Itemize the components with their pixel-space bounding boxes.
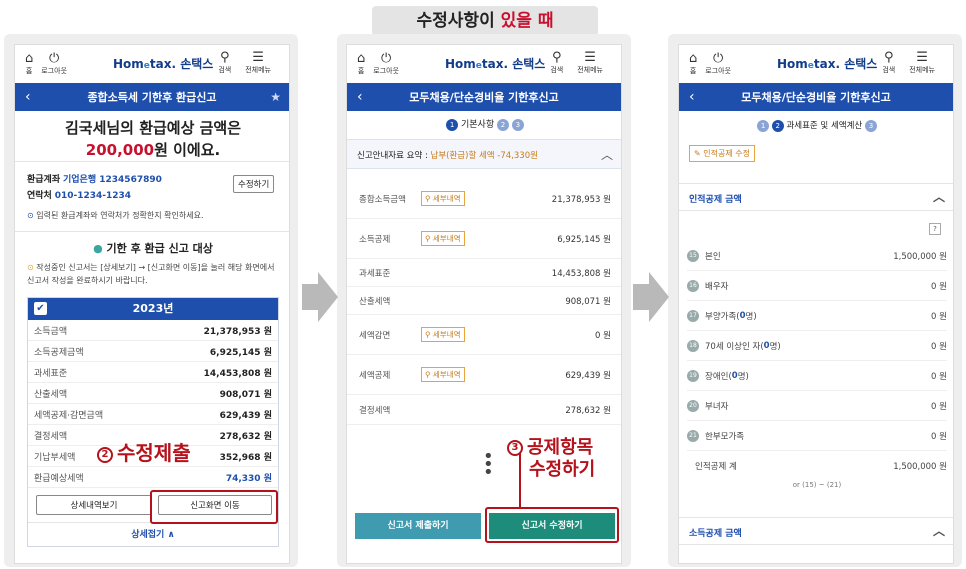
annotation-step-2: 2 수정제출 bbox=[97, 437, 191, 466]
page-title: 모두채용/단순경비율 기한후신고 bbox=[409, 91, 559, 104]
account-info: 환급계좌 기업은행 1234567890 연락처 010-1234-1234 bbox=[27, 175, 162, 201]
logout-button[interactable]: ⏻ 로그아웃 bbox=[373, 52, 399, 76]
banner-title: 수정사항이 있을 때 bbox=[372, 6, 598, 36]
list-item: 17 부양가족(0 명) 0 원 bbox=[687, 301, 947, 331]
star-icon[interactable]: ★ bbox=[270, 90, 281, 104]
search-button[interactable]: ⚲ 검색 bbox=[218, 51, 231, 75]
phone-screen-2: ⌂ 홈 ⏻ 로그아웃 Hometax. 손택스 ⚲ 검색 ☰ 전체메뉴 ‹ 모두채용/단… bbox=[346, 44, 622, 564]
back-icon[interactable]: ‹ bbox=[689, 89, 695, 105]
highlight-box bbox=[485, 507, 619, 543]
checkbox-icon[interactable]: ✔ bbox=[34, 302, 47, 315]
back-icon[interactable]: ‹ bbox=[357, 89, 363, 105]
detail-view-button[interactable]: 상세내역보기 bbox=[36, 495, 152, 515]
list-item: 21 한부모가족 0 원 bbox=[687, 421, 947, 451]
table-row: 과세표준 14,453,808 원 bbox=[347, 259, 621, 287]
table-row: 소득공제 ⚲ 세부내역 6,925,145 원 bbox=[347, 219, 621, 259]
hometax-logo: Hometax. 손택스 bbox=[777, 57, 878, 71]
formula-text: or (15) ~ (21) bbox=[792, 481, 842, 489]
help-icon[interactable]: ? bbox=[929, 223, 941, 235]
refund-headline: 김국세님의 환급예상 금액은 200,000원 이에요. bbox=[64, 119, 242, 159]
table-row: 소득금액 21,378,953 원 bbox=[28, 320, 278, 341]
detail-tag[interactable]: ⚲ 세부내역 bbox=[421, 327, 465, 342]
table-row: 산출세액 908,071 원 bbox=[28, 383, 278, 404]
table-row: 세액감면 ⚲ 세부내역 0 원 bbox=[347, 315, 621, 355]
year-header[interactable]: ✔ 2023년 bbox=[28, 298, 278, 320]
table-row: 소득공제금액 6,925,145 원 bbox=[28, 341, 278, 362]
table-row: 산출세액 908,071 원 bbox=[347, 287, 621, 315]
nav-bar: ‹ 모두채용/단순경비율 기한후신고 bbox=[679, 83, 953, 111]
table-row: 종합소득금액 ⚲ 세부내역 21,378,953 원 bbox=[347, 179, 621, 219]
more-icon: • • • bbox=[483, 446, 494, 483]
top-bar: ⌂ 홈 ⏻ 로그아웃 Hometax. 손택스 ⚲ 검색 ☰ 전체메뉴 bbox=[679, 45, 953, 83]
logout-button[interactable]: ⏻ 로그아웃 bbox=[41, 52, 67, 76]
hometax-logo: Hometax. 손택스 bbox=[445, 57, 546, 71]
summary-table: 종합소득금액 ⚲ 세부내역 21,378,953 원 소득공제 ⚲ 세부내역 6,925… bbox=[347, 179, 621, 425]
detail-tag[interactable]: ⚲ 세부내역 bbox=[421, 367, 465, 382]
list-item: 19 장애인(0 명) 0 원 bbox=[687, 361, 947, 391]
menu-button[interactable]: ☰ 전체메뉴 bbox=[245, 51, 271, 75]
list-item: 15 본인 1,500,000 원 bbox=[687, 241, 947, 271]
menu-button[interactable]: ☰ 전체메뉴 bbox=[577, 51, 603, 75]
list-item: 18 70세 이상인 자(0 명) 0 원 bbox=[687, 331, 947, 361]
home-button[interactable]: ⌂ 홈 bbox=[357, 52, 365, 76]
table-row: 결정세액 278,632 원 bbox=[347, 395, 621, 425]
list-item: 20 부녀자 0 원 bbox=[687, 391, 947, 421]
table-row: 세액공제 ⚲ 세부내역 629,439 원 bbox=[347, 355, 621, 395]
table-row: 과세표준 14,453,808 원 bbox=[28, 362, 278, 383]
menu-button[interactable]: ☰ 전체메뉴 bbox=[909, 51, 935, 75]
page-title: 모두채용/단순경비율 기한후신고 bbox=[741, 91, 891, 104]
phone-screen-3: ⌂ 홈 ⏻ 로그아웃 Hometax. 손택스 ⚲ 검색 ☰ 전체메뉴 ‹ 모두채용/단… bbox=[678, 44, 954, 564]
nav-bar: ‹ 종합소득세 기한후 환급신고 ★ bbox=[15, 83, 289, 111]
section-personal[interactable]: 인적공제 금액 ︿ bbox=[679, 183, 953, 211]
list-item: 16 배우자 0 원 bbox=[687, 271, 947, 301]
table-row: 세액공제·감면금액 629,439 원 bbox=[28, 404, 278, 425]
logout-button[interactable]: ⏻ 로그아웃 bbox=[705, 52, 731, 76]
account-notice: ⊙ 입력된 환급계좌와 연락처가 정확한지 확인하세요. bbox=[27, 211, 204, 220]
chevron-up-icon[interactable]: ︿ bbox=[601, 146, 613, 163]
hometax-logo: Hometax. 손택스 bbox=[113, 57, 214, 71]
summary-bar[interactable]: 신고안내자료 요약 : 납부(환급)할 세액 -74,330원 ︿ bbox=[347, 139, 621, 169]
personal-deduction-list: 15 본인 1,500,000 원 16 배우자 0 원 17 부양가족(0 명) 0 원 1… bbox=[687, 241, 947, 489]
page-title: 종합소득세 기한후 환급신고 bbox=[87, 91, 217, 104]
nav-bar: ‹ 모두채용/단순경비율 기한후신고 bbox=[347, 83, 621, 111]
fold-toggle[interactable]: 상세접기 ∧ bbox=[28, 522, 278, 546]
table-row: 환급예상세액 74,330 원 bbox=[28, 467, 278, 488]
edit-account-button[interactable]: 수정하기 bbox=[233, 175, 275, 193]
chevron-up-icon[interactable]: ︿ bbox=[933, 188, 945, 205]
refund-amount: 200,000 bbox=[85, 141, 155, 159]
total-row: 인적공제 계 1,500,000 원 bbox=[695, 462, 947, 472]
highlight-box bbox=[150, 490, 278, 524]
phone-screen-1: ⌂ 홈 ⏻ 로그아웃 Hometax. 손택스 ⚲ 검색 ☰ 전체메뉴 ‹ 종합소득세 … bbox=[14, 44, 290, 564]
edit-deduction-button[interactable]: ✎ 인적공제 수정 bbox=[689, 145, 755, 162]
detail-tag[interactable]: ⚲ 세부내역 bbox=[421, 191, 465, 206]
step-indicator: 1 2 과세표준 및 세액계산 3 bbox=[679, 119, 953, 132]
guide-text: ⊙ 작성중인 신고서는 [상세보기] → [신고화면 이동]을 눌러 해당 화면… bbox=[27, 263, 275, 285]
section-title: ● 기한 후 환급 신고 대상 bbox=[93, 242, 213, 255]
section-income-deduction[interactable]: 소득공제 금액 ︿ bbox=[679, 517, 953, 545]
search-button[interactable]: ⚲ 검색 bbox=[550, 51, 563, 75]
home-button[interactable]: ⌂ 홈 bbox=[25, 52, 33, 76]
home-button[interactable]: ⌂ 홈 bbox=[689, 52, 697, 76]
step-indicator: 1 기본사항 2 3 bbox=[347, 117, 621, 131]
top-bar: ⌂ 홈 ⏻ 로그아웃 Hometax. 손택스 ⚲ 검색 ☰ 전체메뉴 bbox=[15, 45, 289, 83]
search-button[interactable]: ⚲ 검색 bbox=[882, 51, 895, 75]
annotation-step-3: 3 공제항목 수정하기 bbox=[507, 437, 595, 481]
submit-report-button[interactable]: 신고서 제출하기 bbox=[355, 513, 481, 539]
detail-tag[interactable]: ⚲ 세부내역 bbox=[421, 231, 465, 246]
chevron-up-icon[interactable]: ︿ bbox=[933, 522, 945, 539]
top-bar: ⌂ 홈 ⏻ 로그아웃 Hometax. 손택스 ⚲ 검색 ☰ 전체메뉴 bbox=[347, 45, 621, 83]
back-icon[interactable]: ‹ bbox=[25, 89, 31, 105]
